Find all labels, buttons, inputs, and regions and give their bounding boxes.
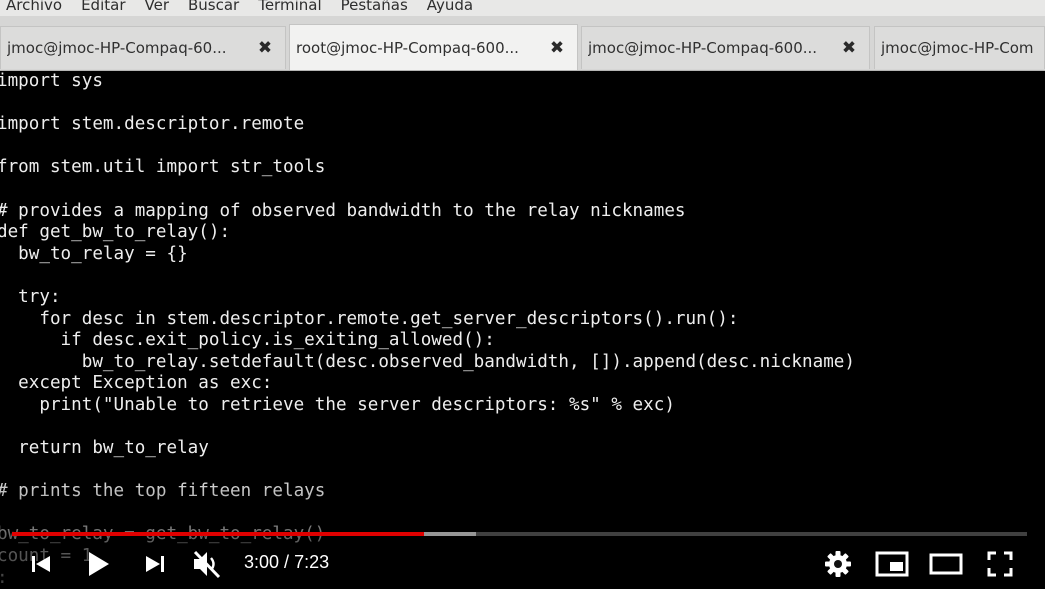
duration: 7:23 <box>294 552 330 572</box>
terminal-line: for desc in stem.descriptor.remote.get_s… <box>0 308 739 329</box>
close-icon[interactable]: ✖ <box>547 38 567 58</box>
terminal-line: def get_bw_to_relay(): <box>0 222 231 243</box>
tab-label: jmoc@jmoc-HP-Compaq-600... <box>588 39 818 57</box>
tab-label: root@jmoc-HP-Compaq-600... <box>296 38 519 57</box>
next-button[interactable] <box>142 544 168 584</box>
terminal-line: try: <box>0 286 61 307</box>
menu-ayuda[interactable]: Ayuda <box>427 0 473 14</box>
tab-label: jmoc@jmoc-HP-Com <box>881 39 1034 57</box>
time-display: 3:00 / 7:23 <box>244 552 329 573</box>
fullscreen-icon <box>987 551 1013 577</box>
settings-icon <box>825 551 851 577</box>
close-icon[interactable]: ✖ <box>839 38 859 58</box>
tab-terminal-2[interactable]: root@jmoc-HP-Compaq-600... ✖ <box>289 24 578 70</box>
terminal-line: if desc.exit_policy.is_exiting_allowed()… <box>0 330 495 351</box>
tab-label: jmoc@jmoc-HP-Compaq-60... <box>7 39 227 57</box>
miniplayer-button[interactable] <box>874 544 910 584</box>
played-bar <box>12 532 425 536</box>
play-button[interactable] <box>84 544 112 584</box>
theater-mode-icon <box>929 553 963 575</box>
terminal-line: import sys <box>0 71 103 91</box>
terminal-line: bw_to_relay.setdefault(desc.observed_ban… <box>0 351 855 372</box>
tab-terminal-1[interactable]: jmoc@jmoc-HP-Compaq-60... ✖ <box>0 26 286 69</box>
progress-bar[interactable] <box>12 532 1027 536</box>
menu-editar[interactable]: Editar <box>81 0 125 14</box>
mute-button[interactable] <box>190 544 224 584</box>
theater-mode-button[interactable] <box>928 544 964 584</box>
current-time: 3:00 <box>244 552 280 572</box>
miniplayer-icon <box>875 551 909 577</box>
previous-button[interactable] <box>28 544 54 584</box>
terminal-line: print("Unable to retrieve the server des… <box>0 394 675 415</box>
menu-ver[interactable]: Ver <box>145 0 170 14</box>
tab-terminal-3[interactable]: jmoc@jmoc-HP-Compaq-600... ✖ <box>581 26 870 69</box>
close-icon[interactable]: ✖ <box>255 38 275 58</box>
terminal-line: except Exception as exc: <box>0 373 273 394</box>
terminal-line: return bw_to_relay <box>0 438 209 459</box>
menubar: Archivo Editar Ver Buscar Terminal Pesta… <box>0 0 1045 16</box>
terminal-line: from stem.util import str_tools <box>0 157 326 178</box>
fullscreen-button[interactable] <box>984 544 1016 584</box>
terminal-line: import stem.descriptor.remote <box>0 114 305 135</box>
time-separator: / <box>279 552 295 572</box>
tab-terminal-4[interactable]: jmoc@jmoc-HP-Com <box>874 26 1045 69</box>
menu-pestanas[interactable]: Pestañas <box>341 0 408 14</box>
settings-button[interactable] <box>822 544 854 584</box>
menu-terminal[interactable]: Terminal <box>258 0 321 14</box>
mute-icon <box>193 550 221 579</box>
menu-archivo[interactable]: Archivo <box>6 0 62 14</box>
tab-bar: jmoc@jmoc-HP-Compaq-60... ✖ root@jmoc-HP… <box>0 16 1045 71</box>
menu-buscar[interactable]: Buscar <box>188 0 239 14</box>
play-icon <box>89 552 109 576</box>
previous-icon <box>32 556 50 572</box>
player-controls: 3:00 / 7:23 <box>0 540 1045 587</box>
terminal-line: bw_to_relay = {} <box>0 243 188 264</box>
terminal-line: # provides a mapping of observed bandwid… <box>0 200 686 221</box>
next-icon <box>146 556 164 572</box>
